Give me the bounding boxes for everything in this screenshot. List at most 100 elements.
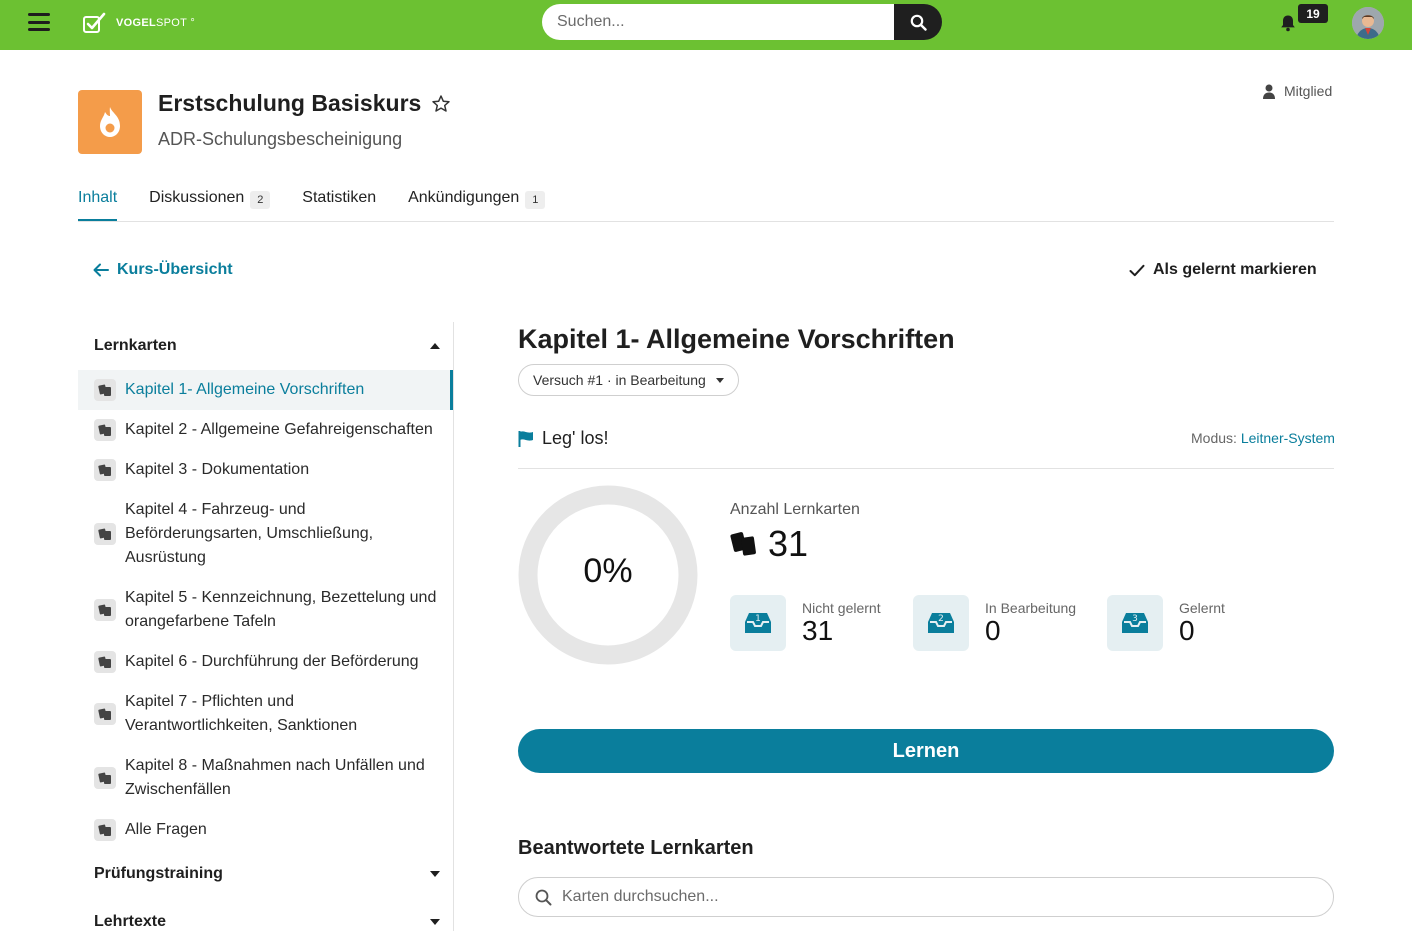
sidebar-item-label: Alle Fragen: [125, 821, 207, 838]
course-icon: [78, 90, 142, 154]
sidebar-item-kapitel-8[interactable]: Kapitel 8 - Maßnahmen nach Unfällen und …: [78, 754, 453, 802]
search-icon: [535, 889, 552, 905]
sidebar-section-lernkarten[interactable]: Lernkarten: [94, 337, 440, 355]
tab-label: Diskussionen: [149, 189, 245, 206]
arrow-left-icon: [93, 263, 109, 277]
sidebar-item-label: Kapitel 2 - Allgemeine Gefahreigenschaft…: [125, 421, 433, 438]
sidebar-item-kapitel-6[interactable]: Kapitel 6 - Durchführung der Beförderung: [78, 642, 453, 682]
sidebar-item-kapitel-2[interactable]: Kapitel 2 - Allgemeine Gefahreigenschaft…: [78, 410, 453, 450]
tab-statistiken[interactable]: Statistiken: [302, 185, 376, 222]
stat-value-not-learned: 31: [802, 615, 834, 646]
tab-label: Ankündigungen: [408, 189, 520, 206]
sidebar-section-pruefungstraining[interactable]: Prüfungstraining: [94, 865, 440, 883]
stat-value-learned: 0: [1179, 615, 1195, 646]
flashcards-icon: [94, 419, 116, 441]
member-role: Mitglied: [1262, 83, 1332, 99]
user-icon: [1263, 84, 1275, 99]
inbox-2-icon: 2: [928, 613, 954, 633]
learn-button[interactable]: Lernen: [518, 729, 1334, 773]
tab-label: Statistiken: [302, 189, 377, 206]
sidebar-section-lehrtexte[interactable]: Lehrtexte: [94, 913, 440, 931]
course-subtitle: ADR-Schulungsbescheinigung: [158, 129, 403, 149]
bell-icon[interactable]: [1279, 14, 1297, 32]
member-role-label: Mitglied: [1284, 83, 1333, 99]
tab-count-badge: 2: [250, 191, 271, 209]
leitner-box-2: 2: [913, 595, 969, 651]
flashcards-icon: [94, 651, 116, 673]
sidebar-item-kapitel-1[interactable]: Kapitel 1- Allgemeine Vorschriften: [78, 370, 453, 410]
answered-cards-title: Beantwortete Lernkarten: [518, 837, 754, 859]
course-tabs: Inhalt Diskussionen 2 Statistiken Ankünd…: [78, 185, 577, 222]
sidebar-section-label: Prüfungstraining: [94, 865, 223, 882]
tabs-divider: [78, 221, 1334, 222]
back-to-course-overview-link[interactable]: Kurs-Übersicht: [93, 261, 233, 279]
logo-check-icon: [83, 12, 106, 33]
global-search: [542, 4, 942, 40]
mark-learned-button[interactable]: Als gelernt markieren: [1129, 261, 1317, 279]
sidebar-item-kapitel-7[interactable]: Kapitel 7 - Pflichten und Verantwortlich…: [78, 690, 453, 738]
card-count-label: Anzahl Lernkarten: [730, 501, 860, 518]
svg-text:1: 1: [755, 614, 761, 624]
sidebar-item-label: Kapitel 8 - Maßnahmen nach Unfällen und …: [125, 757, 425, 798]
flashcards-icon: [94, 819, 116, 841]
search-button[interactable]: [894, 4, 942, 40]
stat-label-learned: Gelernt: [1179, 600, 1225, 616]
sidebar-item-kapitel-4[interactable]: Kapitel 4 - Fahrzeug- und Beförderungsar…: [78, 498, 453, 570]
caret-up-icon: [430, 343, 440, 349]
caret-down-icon: [430, 871, 440, 877]
flag-icon: [518, 430, 533, 447]
sidebar-item-label: Kapitel 7 - Pflichten und Verantwortlich…: [125, 693, 358, 734]
sidebar-item-label: Kapitel 4 - Fahrzeug- und Beförderungsar…: [125, 501, 374, 566]
mode-link[interactable]: Leitner-System: [1241, 430, 1335, 446]
course-title-text: Erstschulung Basiskurs: [158, 90, 422, 116]
search-input[interactable]: [542, 4, 894, 40]
course-sidebar: Lernkarten Kapitel 1- Allgemeine Vorschr…: [78, 322, 454, 931]
svg-text:2: 2: [938, 614, 944, 624]
stat-label-in-progress: In Bearbeitung: [985, 600, 1077, 616]
search-icon: [910, 14, 927, 31]
learning-mode: Modus: Leitner-System: [1191, 430, 1335, 446]
chapter-title: Kapitel 1- Allgemeine Vorschriften: [518, 324, 955, 354]
back-link-label: Kurs-Übersicht: [117, 261, 233, 278]
flashcards-icon: [94, 379, 116, 401]
notification-count-badge[interactable]: 19: [1298, 4, 1328, 23]
caret-down-icon: [430, 919, 440, 925]
logo[interactable]: VOGELSPOT °: [82, 11, 195, 35]
menu-icon[interactable]: [28, 13, 50, 31]
flame-icon: [100, 107, 120, 137]
stat-label-not-learned: Nicht gelernt: [802, 600, 881, 616]
mark-learned-label: Als gelernt markieren: [1153, 261, 1317, 278]
avatar[interactable]: [1352, 7, 1384, 39]
attempt-dropdown[interactable]: Versuch #1 · in Bearbeitung: [518, 364, 739, 396]
top-navbar: VOGELSPOT ° 19: [0, 0, 1412, 50]
sidebar-item-alle-fragen[interactable]: Alle Fragen: [78, 810, 453, 850]
course-title: Erstschulung Basiskurs: [158, 90, 451, 117]
cards-search-input[interactable]: [562, 888, 1302, 906]
cards-search: [518, 877, 1334, 917]
inbox-3-icon: 3: [1122, 613, 1148, 633]
sidebar-item-kapitel-5[interactable]: Kapitel 5 - Kennzeichnung, Bezettelung u…: [78, 586, 453, 634]
flashcards-icon: [94, 703, 116, 725]
flashcards-icon: [94, 523, 116, 545]
sidebar-item-kapitel-3[interactable]: Kapitel 3 - Dokumentation: [78, 450, 453, 490]
progress-percent: 0%: [583, 552, 633, 590]
attempt-label: Versuch #1 · in Bearbeitung: [533, 372, 706, 388]
sidebar-item-label: Kapitel 6 - Durchführung der Beförderung: [125, 653, 419, 670]
flashcards-icon: [94, 767, 116, 789]
mode-label: Modus:: [1191, 430, 1237, 446]
star-icon[interactable]: [431, 94, 451, 114]
tab-ankuendigungen[interactable]: Ankündigungen 1: [408, 185, 546, 222]
avatar-image: [1352, 7, 1384, 39]
sidebar-item-label: Kapitel 5 - Kennzeichnung, Bezettelung u…: [125, 589, 437, 630]
caret-down-icon: [715, 377, 724, 383]
tab-inhalt[interactable]: Inhalt: [78, 185, 118, 222]
tab-count-badge: 1: [525, 191, 546, 209]
flashcards-icon: [94, 459, 116, 481]
check-icon: [1129, 264, 1145, 276]
sidebar-section-label: Lehrtexte: [94, 913, 167, 930]
start-heading-label: Leg' los!: [542, 428, 609, 448]
card-count: 31: [730, 523, 808, 565]
inbox-1-icon: 1: [745, 613, 771, 633]
start-heading: Leg' los!: [518, 428, 608, 449]
tab-diskussionen[interactable]: Diskussionen 2: [149, 185, 271, 222]
